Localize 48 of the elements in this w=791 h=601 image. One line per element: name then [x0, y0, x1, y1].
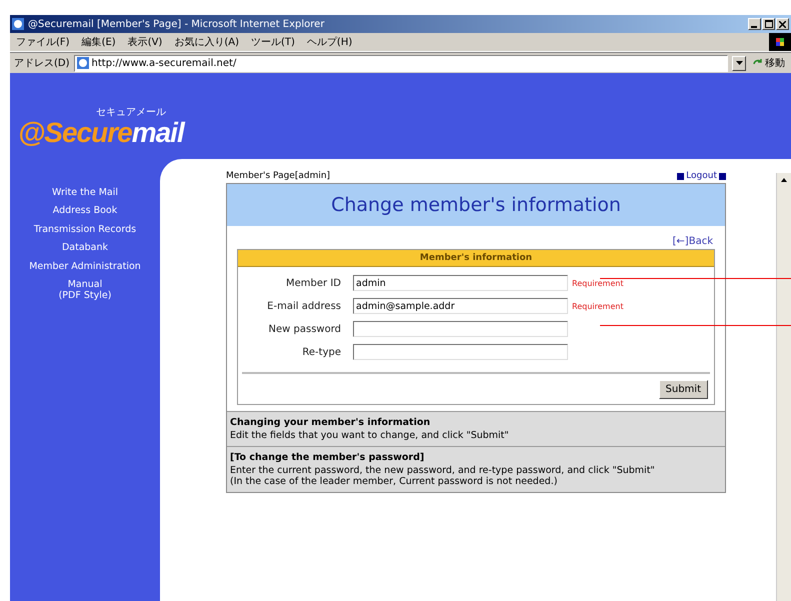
page-title: Change member's information	[227, 184, 725, 226]
input-field[interactable]	[353, 344, 568, 360]
caret-icon	[736, 61, 742, 65]
input-field[interactable]	[353, 321, 568, 337]
logout-link[interactable]: Logout	[677, 171, 726, 181]
page-icon	[76, 57, 89, 69]
logo-tagline: セキュアメール	[96, 108, 166, 118]
menu-item[interactable]: 編集(E)	[82, 35, 116, 49]
maximize-button[interactable]	[762, 18, 775, 30]
help-text: Edit the fields that you want to change, and click "Submit"	[230, 430, 510, 441]
required-note: Requirement	[572, 278, 624, 288]
help-heading: [To change the member's password]	[230, 452, 426, 463]
browser-icon	[12, 18, 24, 30]
field-label: E-mail address	[266, 300, 342, 312]
sidebar-link[interactable]: Member Administration	[29, 260, 141, 272]
back-link[interactable]: [←]Back	[672, 236, 713, 247]
submit-button[interactable]: Submit	[658, 380, 708, 399]
address-field[interactable]: http://www.a-securemail.net/	[74, 54, 728, 72]
menu-item[interactable]: 表示(V)	[128, 35, 162, 49]
input-field[interactable]: admin	[353, 275, 568, 291]
help-heading: Changing your member's information	[230, 417, 432, 428]
sidebar-link[interactable]: Transmission Records	[34, 224, 136, 236]
scrollbar[interactable]	[776, 173, 791, 601]
dropdown-button[interactable]	[732, 56, 746, 70]
sidebar-link[interactable]: Write the Mail	[52, 187, 118, 198]
menu-item[interactable]: ファイル(F)	[16, 35, 70, 49]
input-field[interactable]: admin@sample.addr	[353, 298, 568, 314]
window-title: @Securemail [Member's Page] - Microsoft Internet Explorer	[28, 18, 326, 30]
field-label: New password	[268, 324, 342, 334]
minimize-button[interactable]	[748, 18, 761, 30]
menu-item[interactable]: ヘルプ(H)	[306, 35, 352, 49]
section-header: Member's information	[238, 250, 714, 267]
help-text: Enter the current password, the new password, and re-type password, and click "Submit" (In the case of the leader member, Current password is not needed.)	[230, 465, 656, 487]
close-button[interactable]	[776, 18, 789, 30]
required-note: Requirement	[572, 302, 624, 310]
field-label: Member ID	[285, 278, 342, 288]
address-label: アドレス(D)	[14, 57, 70, 70]
menu-item[interactable]: ツール(T)	[251, 35, 295, 49]
menu-item[interactable]: お気に入り(A)	[174, 35, 239, 49]
breadcrumb: Member's Page[admin]	[226, 171, 330, 181]
close-icon	[779, 20, 786, 28]
logo: @Securemail	[18, 118, 184, 149]
sidebar-link[interactable]: Address Book	[52, 205, 118, 217]
field-label: Re-type	[301, 346, 342, 358]
maximize-icon	[764, 20, 772, 28]
sidebar-link[interactable]: Databank	[62, 242, 108, 254]
go-button[interactable]: 移動	[750, 56, 787, 70]
sidebar-link[interactable]: Manual (PDF Style)	[58, 278, 112, 302]
